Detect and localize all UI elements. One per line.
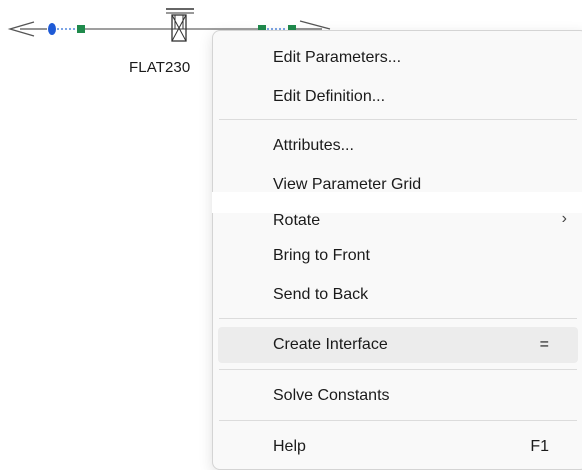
- menu-item-bring-to-front[interactable]: Bring to Front: [218, 238, 578, 274]
- context-menu: Edit Parameters... Edit Definition... At…: [212, 30, 582, 470]
- menu-item-attributes[interactable]: Attributes...: [218, 128, 578, 164]
- component-label[interactable]: FLAT230: [129, 59, 190, 76]
- right-arrow-end-icon[interactable]: [296, 20, 331, 30]
- render-gap: [212, 192, 582, 213]
- menu-separator: [219, 420, 577, 421]
- menu-separator: [219, 119, 577, 120]
- menu-item-label: Edit Parameters...: [273, 49, 402, 66]
- menu-item-edit-parameters[interactable]: Edit Parameters...: [218, 40, 578, 76]
- menu-item-label: Rotate: [273, 212, 321, 229]
- menu-item-solve-constants[interactable]: Solve Constants: [218, 378, 578, 414]
- menu-item-label: Attributes...: [273, 137, 354, 154]
- menu-item-create-interface[interactable]: Create Interface =: [218, 327, 578, 363]
- menu-item-label: Bring to Front: [273, 247, 370, 264]
- transmission-tower-icon[interactable]: [166, 8, 194, 42]
- left-terminal-icon[interactable]: [77, 25, 85, 33]
- menu-item-label: Create Interface: [273, 336, 388, 353]
- left-arrow-end-icon[interactable]: [7, 21, 47, 37]
- menu-separator: [219, 369, 577, 370]
- menu-item-label: Help: [273, 438, 306, 455]
- menu-item-edit-definition[interactable]: Edit Definition...: [218, 79, 578, 115]
- menu-item-shortcut: =: [539, 336, 549, 353]
- menu-separator: [219, 318, 577, 319]
- menu-item-send-to-back[interactable]: Send to Back: [218, 277, 578, 313]
- menu-item-label: Send to Back: [273, 286, 369, 303]
- menu-item-label: Edit Definition...: [273, 88, 386, 105]
- menu-item-label: Solve Constants: [273, 387, 390, 404]
- bus-node-icon[interactable]: [48, 23, 56, 35]
- menu-item-help[interactable]: Help F1: [218, 429, 578, 465]
- menu-item-shortcut: F1: [530, 438, 549, 455]
